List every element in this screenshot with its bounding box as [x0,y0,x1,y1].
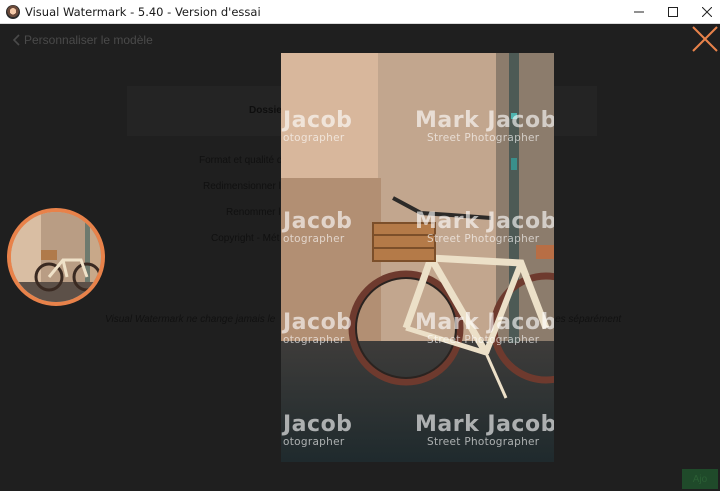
watermark-name: Jacob [283,412,353,437]
close-preview-button[interactable] [692,26,718,52]
watermark-left-2: Jacob otographer [283,211,352,245]
menu-item-format[interactable]: Format et qualité d [199,155,282,166]
watermark-name: Mark Jacob [415,108,554,133]
watermark-preview: Jacob otographer Mark Jacob Street Photo… [281,53,554,462]
close-icon [702,7,712,17]
app-icon [6,5,20,19]
watermark-left-3: Jacob otographer [283,312,352,346]
close-icon [692,26,718,52]
next-button[interactable]: Ajo [682,469,718,489]
menu-item-rename[interactable]: Renommer l [226,207,280,218]
minimize-icon [634,11,644,13]
watermark-subtitle: Street Photographer [427,233,540,245]
notice-left: Visual Watermark ne change jamais le [105,314,276,325]
watermark-name: Mark Jacob [415,310,554,335]
menu-item-copyright[interactable]: Copyright - Mét [211,233,279,244]
close-button[interactable] [690,0,720,24]
thumbnail-bike-image [11,212,101,302]
maximize-button[interactable] [656,0,690,24]
maximize-icon [668,7,678,17]
back-link[interactable]: Personnaliser le modèle [12,33,153,47]
watermark-right-3: Mark Jacob Street Photographer [415,312,554,346]
watermark-subtitle: otographer [283,334,345,346]
watermark-name: Jacob [283,209,353,234]
watermark-name: Mark Jacob [415,412,554,437]
title-bar: Visual Watermark - 5.40 - Version d'essa… [0,0,720,24]
watermark-subtitle: Street Photographer [427,436,540,448]
watermark-subtitle: otographer [283,233,345,245]
watermark-left-4: Jacob otographer [283,414,352,448]
watermark-name: Mark Jacob [415,209,554,234]
back-link-label: Personnaliser le modèle [24,33,153,47]
window-title: Visual Watermark - 5.40 - Version d'essa… [25,5,261,19]
notice-right: es séparément [555,314,622,325]
watermark-subtitle: otographer [283,436,345,448]
watermark-right-2: Mark Jacob Street Photographer [415,211,554,245]
chevron-left-icon [12,34,20,46]
preview-thumbnail[interactable] [7,208,105,306]
watermark-subtitle: otographer [283,132,345,144]
menu-item-resize[interactable]: Redimensionner l [203,181,281,192]
watermark-name: Jacob [283,108,353,133]
watermark-subtitle: Street Photographer [427,132,540,144]
watermark-name: Jacob [283,310,353,335]
minimize-button[interactable] [622,0,656,24]
watermark-right-4: Mark Jacob Street Photographer [415,414,554,448]
watermark-left-1: Jacob otographer [283,110,352,144]
watermark-subtitle: Street Photographer [427,334,540,346]
watermark-right-1: Mark Jacob Street Photographer [415,110,554,144]
